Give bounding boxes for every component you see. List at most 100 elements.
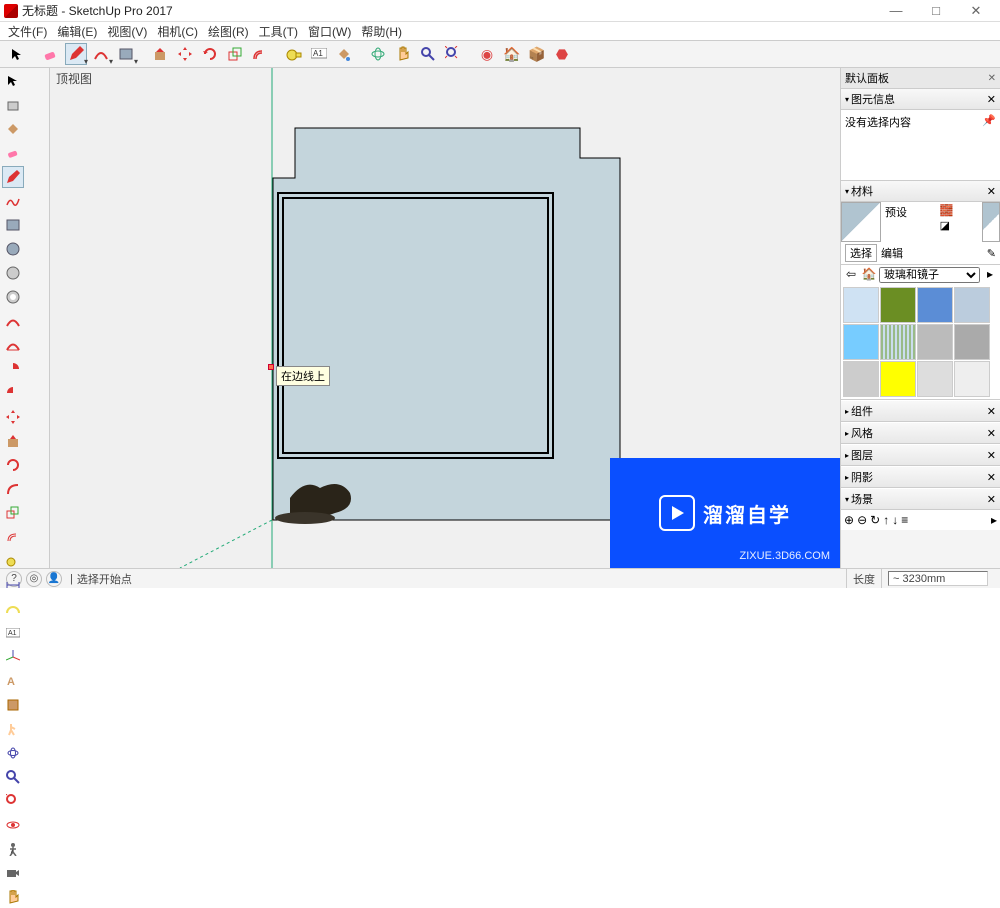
material-current-swatch[interactable] <box>841 202 881 242</box>
lt-arc-icon[interactable] <box>2 310 24 332</box>
rect-tool-icon[interactable]: ▾ <box>115 43 137 65</box>
lt-dim-icon[interactable] <box>2 574 24 596</box>
lt-scale-icon[interactable] <box>2 502 24 524</box>
menu-view[interactable]: 视图(V) <box>103 23 151 40</box>
scene-detail-icon[interactable]: ▸ <box>991 513 997 527</box>
pencil-tool-icon[interactable]: ▾ <box>65 43 87 65</box>
lt-look-icon[interactable] <box>2 814 24 836</box>
lt-freehand-icon[interactable] <box>2 190 24 212</box>
lt-walk-icon[interactable] <box>2 718 24 740</box>
lt-tape-icon[interactable] <box>2 550 24 572</box>
material-swatch[interactable] <box>843 324 879 360</box>
menu-file[interactable]: 文件(F) <box>4 23 51 40</box>
material-swatch[interactable] <box>880 361 916 397</box>
scale-tool-icon[interactable] <box>224 43 246 65</box>
layers-header[interactable]: ▸图层✕ <box>841 444 1000 466</box>
default-tray-header[interactable]: 默认面板 ✕ <box>841 68 1000 89</box>
zoomext-tool-icon[interactable] <box>442 43 464 65</box>
lt-pie2-icon[interactable] <box>2 382 24 404</box>
material-swatch[interactable] <box>917 324 953 360</box>
walk-tool-icon[interactable]: 🏠 <box>501 43 523 65</box>
lt-rotate-icon[interactable] <box>2 454 24 476</box>
material-swatch[interactable] <box>917 361 953 397</box>
lt-axes-icon[interactable] <box>2 646 24 668</box>
3dwarehouse-icon[interactable]: 📦 <box>526 43 548 65</box>
entity-info-header[interactable]: ▾图元信息 ✕ <box>841 89 1000 110</box>
lt-paint-icon[interactable] <box>2 118 24 140</box>
lt-text-icon[interactable]: A1 <box>2 622 24 644</box>
scene-remove-icon[interactable]: ⊖ <box>857 513 867 527</box>
lt-pencil-icon[interactable] <box>2 166 24 188</box>
lt-component-icon[interactable] <box>2 94 24 116</box>
lt-3dtext-icon[interactable]: A <box>2 670 24 692</box>
scene-menu-icon[interactable]: ≡ <box>901 513 908 527</box>
scene-up-icon[interactable]: ↑ <box>883 513 889 527</box>
menu-help[interactable]: 帮助(H) <box>357 23 406 40</box>
lt-pie-icon[interactable] <box>2 358 24 380</box>
orbit-tool-icon[interactable] <box>367 43 389 65</box>
material-create-icon[interactable]: 🧱 <box>940 204 954 217</box>
scene-add-icon[interactable]: ⊕ <box>844 513 854 527</box>
lt-select-icon[interactable] <box>2 70 24 92</box>
menu-camera[interactable]: 相机(C) <box>153 23 202 40</box>
maximize-button[interactable]: □ <box>916 0 956 22</box>
lt-polygon-icon[interactable] <box>2 262 24 284</box>
offset-tool-icon[interactable] <box>249 43 271 65</box>
lt-orbit-icon[interactable] <box>2 742 24 764</box>
lt-follow-icon[interactable] <box>2 478 24 500</box>
extension-icon[interactable]: ⬣ <box>551 43 573 65</box>
styles-header[interactable]: ▸风格✕ <box>841 422 1000 444</box>
eraser-tool-icon[interactable] <box>40 43 62 65</box>
scenes-header[interactable]: ▾场景✕ <box>841 488 1000 510</box>
tape-tool-icon[interactable] <box>283 43 305 65</box>
material-swatch[interactable] <box>880 324 916 360</box>
eyedropper-icon[interactable]: ✎ <box>987 247 996 260</box>
close-button[interactable]: ✕ <box>956 0 996 22</box>
material-secondary-swatch[interactable] <box>982 202 1000 242</box>
lt-zoom-icon[interactable] <box>2 766 24 788</box>
material-swatch[interactable] <box>843 361 879 397</box>
lt-offset-icon[interactable] <box>2 526 24 548</box>
user-icon[interactable]: 👤 <box>46 571 62 587</box>
menu-window[interactable]: 窗口(W) <box>304 23 355 40</box>
arc-tool-icon[interactable]: ▾ <box>90 43 112 65</box>
material-swatch[interactable] <box>954 287 990 323</box>
shadows-header[interactable]: ▸阴影✕ <box>841 466 1000 488</box>
lt-pan2-icon[interactable] <box>2 886 24 908</box>
scene-down-icon[interactable]: ↓ <box>892 513 898 527</box>
components-header[interactable]: ▸组件✕ <box>841 400 1000 422</box>
materials-category-select[interactable]: 玻璃和镜子 <box>879 267 980 283</box>
menu-edit[interactable]: 编辑(E) <box>53 23 101 40</box>
rotate-tool-icon[interactable] <box>199 43 221 65</box>
pin-icon[interactable]: ✕ <box>988 73 996 84</box>
materials-tab-select[interactable]: 选择 <box>845 244 877 262</box>
select-tool-icon[interactable] <box>6 43 28 65</box>
materials-header[interactable]: ▾材料 ✕ <box>841 181 1000 202</box>
lt-polygon2-icon[interactable] <box>2 286 24 308</box>
move-tool-icon[interactable] <box>174 43 196 65</box>
lt-camera-icon[interactable] <box>2 862 24 884</box>
materials-detail-icon[interactable]: ▸ <box>982 267 998 283</box>
lt-protractor-icon[interactable] <box>2 598 24 620</box>
materials-tab-edit[interactable]: 编辑 <box>881 245 903 261</box>
geo-icon[interactable]: ◎ <box>26 571 42 587</box>
lt-arc2-icon[interactable] <box>2 334 24 356</box>
viewport[interactable]: 顶视图 在边线上 溜溜自学 ZIXUE.3D66.COM <box>50 68 840 568</box>
material-swatch[interactable] <box>954 324 990 360</box>
material-swatch[interactable] <box>917 287 953 323</box>
entity-pin-icon[interactable]: 📌 <box>982 114 996 127</box>
lt-rect-icon[interactable] <box>2 214 24 236</box>
lt-zoomwin-icon[interactable] <box>2 790 24 812</box>
material-swatch[interactable] <box>880 287 916 323</box>
paint-tool-icon[interactable] <box>333 43 355 65</box>
lt-circle-icon[interactable] <box>2 238 24 260</box>
pushpull-tool-icon[interactable] <box>149 43 171 65</box>
section-tool-icon[interactable]: ◉ <box>476 43 498 65</box>
lt-move2-icon[interactable] <box>2 406 24 428</box>
zoom-tool-icon[interactable] <box>417 43 439 65</box>
text-tool-icon[interactable]: A1 <box>308 43 330 65</box>
menu-draw[interactable]: 绘图(R) <box>204 23 253 40</box>
pan-tool-icon[interactable] <box>392 43 414 65</box>
material-swatch[interactable] <box>843 287 879 323</box>
lt-person-icon[interactable] <box>2 838 24 860</box>
